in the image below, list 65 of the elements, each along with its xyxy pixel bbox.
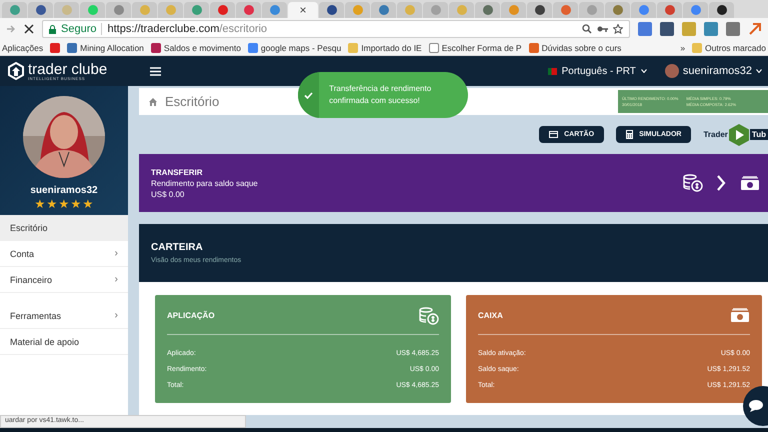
key-icon[interactable] bbox=[597, 25, 608, 33]
extension-icon[interactable] bbox=[704, 22, 718, 36]
extension-icon[interactable] bbox=[726, 22, 740, 36]
language-selector[interactable]: Português - PRT bbox=[562, 66, 636, 76]
amount-text: US$ 0.00 bbox=[151, 190, 186, 198]
profile-name: sueniramos32 bbox=[30, 185, 98, 196]
lock-icon bbox=[49, 24, 56, 34]
url-text: https://traderclube.com/escritorio bbox=[107, 23, 268, 35]
home-icon[interactable] bbox=[149, 98, 157, 106]
chevron-down-icon[interactable] bbox=[640, 69, 647, 73]
rating-stars: ★★★★★ bbox=[34, 198, 94, 210]
sidebar-item[interactable]: Escritório bbox=[0, 215, 128, 241]
logo-text: Tub bbox=[750, 129, 768, 140]
extension-icon[interactable] bbox=[748, 22, 762, 36]
more-bookmarks[interactable]: » bbox=[680, 42, 686, 52]
browser-tab[interactable] bbox=[319, 2, 344, 18]
browser-tab[interactable] bbox=[709, 2, 734, 18]
toast-message: Transferência de rendimento confirmada com sucesso! bbox=[328, 83, 432, 107]
bookmark[interactable]: Mining Allocation bbox=[67, 42, 144, 52]
avatar[interactable] bbox=[664, 64, 679, 78]
chevron-right-icon: › bbox=[114, 248, 118, 259]
card-title: APLICAÇÃO bbox=[167, 311, 215, 320]
chevron-right-icon: › bbox=[114, 274, 118, 285]
coins-icon bbox=[419, 306, 439, 324]
calculator-icon bbox=[626, 130, 634, 139]
logo-icon bbox=[8, 62, 24, 80]
panel-title: TRANSFERIR bbox=[151, 168, 204, 176]
play-icon[interactable] bbox=[728, 124, 749, 146]
browser-tab[interactable] bbox=[527, 2, 552, 18]
browser-tab[interactable] bbox=[28, 2, 53, 18]
browser-tab[interactable]: × bbox=[288, 2, 318, 18]
logo-text: Trader bbox=[703, 130, 728, 139]
user-menu[interactable]: sueniramos32 bbox=[682, 65, 752, 77]
card-icon bbox=[549, 131, 558, 138]
card-title: CAIXA bbox=[478, 311, 503, 320]
security-label: Seguro bbox=[61, 23, 96, 35]
transfer-panel[interactable]: TRANSFERIR Rendimento para saldo saque US$ 0.00 bbox=[139, 154, 768, 212]
bookmark[interactable]: Outros marcado bbox=[692, 42, 766, 52]
stop-loading-icon[interactable] bbox=[24, 24, 34, 34]
address-bar[interactable]: Seguro https://traderclube.com/escritorio bbox=[42, 20, 630, 38]
cash-icon bbox=[730, 308, 750, 323]
bookmark[interactable]: Escolher Forma de P bbox=[428, 42, 522, 52]
panel-subtitle: Rendimento para saldo saque bbox=[151, 178, 258, 188]
zoom-icon[interactable] bbox=[582, 24, 592, 34]
bookmark[interactable]: Importado do IE bbox=[348, 42, 422, 52]
cash-icon bbox=[740, 176, 760, 190]
bookmark[interactable]: Saldos e movimento bbox=[150, 42, 241, 52]
menu-icon[interactable] bbox=[150, 66, 161, 76]
check-icon bbox=[304, 92, 314, 98]
coins-icon bbox=[683, 174, 703, 192]
star-icon[interactable] bbox=[613, 24, 623, 34]
bookmark[interactable]: Aplicações bbox=[2, 42, 44, 52]
page-title: Escritório bbox=[165, 94, 220, 109]
extension-icon[interactable] bbox=[660, 22, 674, 36]
chevron-right-icon: › bbox=[114, 310, 118, 321]
section-title: CARTEIRA bbox=[151, 242, 204, 253]
bookmark[interactable]: Dúvidas sobre o curs bbox=[528, 42, 622, 52]
bookmark[interactable]: google maps - Pesqu bbox=[248, 42, 342, 52]
forward-icon[interactable] bbox=[6, 24, 16, 34]
chevron-right-icon bbox=[717, 175, 726, 191]
bookmark-icon[interactable] bbox=[50, 42, 60, 52]
flag-icon bbox=[548, 68, 557, 74]
logo-text: trader clube bbox=[28, 62, 108, 76]
chevron-down-icon[interactable] bbox=[756, 69, 762, 73]
translate-icon[interactable] bbox=[638, 22, 652, 36]
